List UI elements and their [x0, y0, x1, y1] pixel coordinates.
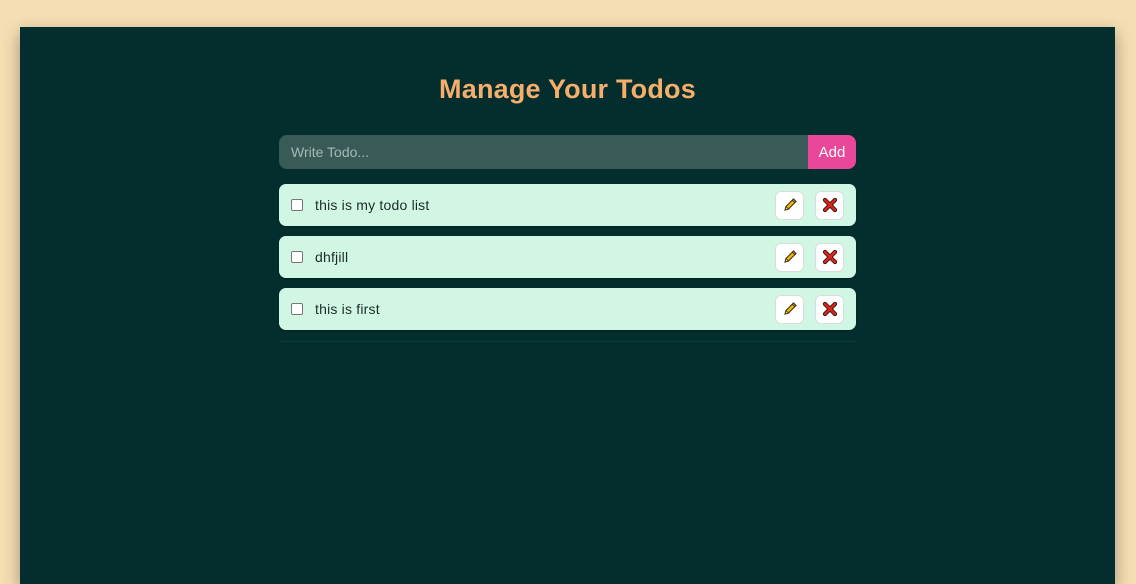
add-button[interactable]: Add [808, 135, 856, 169]
pencil-icon [783, 250, 797, 263]
todo-container: Add this is my todo list [279, 135, 856, 342]
edit-button[interactable] [775, 190, 804, 220]
delete-button[interactable] [815, 190, 844, 220]
edit-button[interactable] [775, 294, 804, 324]
todo-input[interactable] [279, 135, 808, 169]
pencil-icon [783, 198, 797, 211]
todo-text: this is first [315, 301, 380, 317]
todo-text: this is my todo list [315, 197, 430, 213]
delete-button[interactable] [815, 294, 844, 324]
app-panel: Manage Your Todos Add this is my todo li… [20, 27, 1115, 584]
cross-icon [822, 197, 837, 213]
todo-list: this is my todo list dhfjill this is fir… [279, 184, 856, 342]
todo-checkbox[interactable] [291, 251, 303, 263]
edit-button[interactable] [775, 242, 804, 272]
cross-icon [822, 249, 837, 265]
todo-item: this is first [279, 288, 856, 330]
page-title: Manage Your Todos [439, 74, 696, 104]
todo-checkbox[interactable] [291, 199, 303, 211]
delete-button[interactable] [815, 242, 844, 272]
cross-icon [822, 301, 837, 317]
todo-item: dhfjill [279, 236, 856, 278]
todo-checkbox[interactable] [291, 303, 303, 315]
pencil-icon [783, 302, 797, 315]
todo-text: dhfjill [315, 249, 349, 265]
todo-item: this is my todo list [279, 184, 856, 226]
add-todo-form: Add [279, 135, 856, 169]
